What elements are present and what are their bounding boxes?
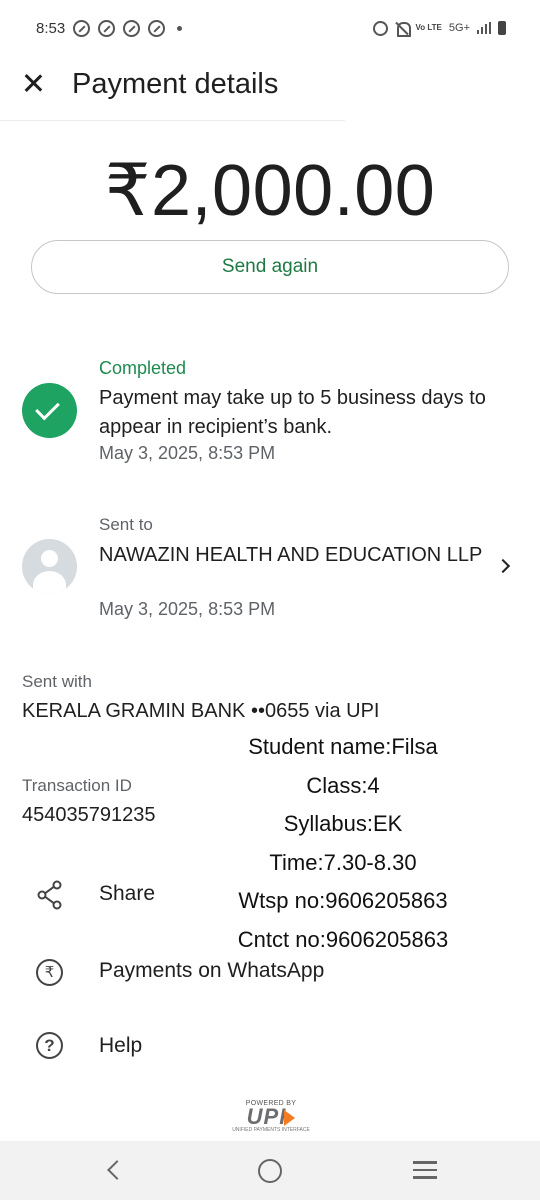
share-icon (37, 880, 62, 910)
alarm-icon (372, 20, 388, 36)
status-time: 8:53 (36, 19, 66, 37)
note-line: Class:4 (306, 772, 380, 798)
status-label: Completed (99, 358, 187, 378)
status-description: Payment may take up to 5 business days t… (99, 387, 486, 438)
check-circle-icon (22, 383, 77, 438)
notification-icon (73, 19, 91, 37)
recent-apps-icon[interactable] (413, 1161, 437, 1181)
share-label: Share (99, 882, 156, 905)
sent-to-label: Sent to (99, 515, 153, 534)
more-notifications-dot (177, 25, 183, 31)
transaction-id-label: Transaction ID (22, 776, 132, 795)
recipient-avatar (22, 539, 77, 594)
volte-label: Vo LTE (415, 23, 442, 32)
page-title: Payment details (72, 68, 279, 100)
recipient-name[interactable]: NAWAZIN HEALTH AND EDUCATION LLP (99, 541, 494, 569)
upi-arrow-icon (284, 1110, 296, 1127)
note-line: Student name:Filsa (248, 734, 438, 759)
notification-icon (98, 19, 116, 37)
recipient-date: May 3, 2025, 8:53 PM (99, 599, 276, 619)
help-button[interactable]: ? Help (0, 1024, 360, 1072)
upi-logo: POWERED BY UPI UNIFIED PAYMENTS INTERFAC… (232, 1100, 310, 1133)
home-icon[interactable] (258, 1159, 282, 1183)
close-icon[interactable] (16, 66, 50, 100)
status-date: May 3, 2025, 8:53 PM (99, 443, 276, 463)
chevron-right-icon[interactable] (495, 558, 511, 574)
share-button[interactable]: Share (0, 872, 360, 920)
network-label: 5G+ (448, 22, 470, 34)
sent-with-label: Sent with (22, 672, 92, 691)
signal-icon (477, 22, 491, 34)
help-label: Help (99, 1034, 143, 1057)
sent-with-bank: KERALA GRAMIN BANK ••0655 via UPI (22, 700, 380, 722)
payment-note: Student name:Filsa Class:4 Syllabus:EK T… (200, 731, 486, 963)
transaction-id-value: 454035791235 (22, 804, 156, 826)
header-divider (0, 120, 345, 121)
send-again-button[interactable]: Send again (31, 240, 509, 294)
payment-details-screen: 8:53 Vo LTE 5G+ Payment details ₹2,000.0… (0, 0, 540, 1200)
payments-on-whatsapp-label: Payments on WhatsApp (99, 959, 325, 982)
app-header: Payment details (0, 56, 540, 120)
note-line: Syllabus:EK (283, 811, 403, 837)
mute-icon (395, 21, 411, 37)
payment-amount: ₹2,000.00 (104, 151, 436, 231)
system-navigation-bar (0, 1141, 540, 1200)
notification-icon (148, 19, 166, 37)
battery-icon (498, 21, 506, 35)
rupee-icon: ₹ (36, 959, 63, 986)
back-icon[interactable] (107, 1160, 127, 1180)
payments-on-whatsapp-button[interactable]: ₹ Payments on WhatsApp (0, 949, 360, 997)
notification-icon (123, 19, 141, 37)
status-bar: 8:53 Vo LTE 5G+ (0, 0, 540, 56)
help-icon: ? (36, 1032, 63, 1059)
